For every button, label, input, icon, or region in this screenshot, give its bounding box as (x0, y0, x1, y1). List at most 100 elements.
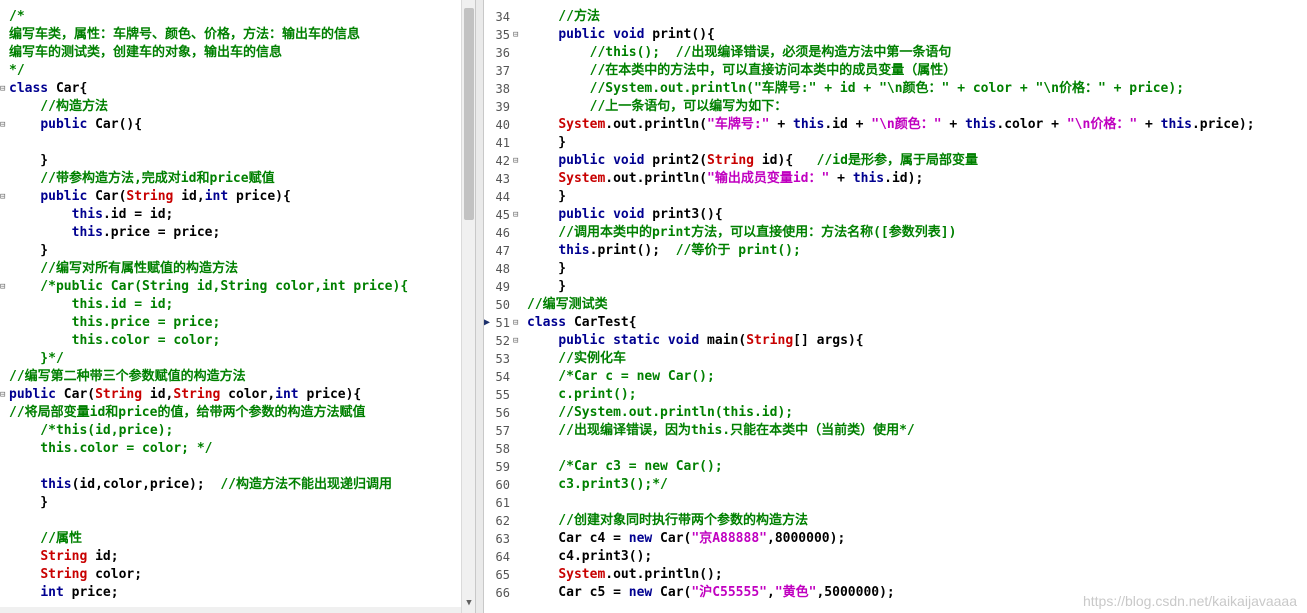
code-line[interactable] (0, 512, 475, 530)
line-number: 36 (495, 46, 510, 60)
fold-toggle-icon[interactable]: ⊟ (513, 206, 518, 224)
code-line[interactable]: this.id = id; (0, 296, 475, 314)
code-line[interactable]: /*this(id,price); (0, 422, 475, 440)
code-text: this.price = price; (71, 225, 221, 240)
code-line[interactable]: 56 //System.out.println(this.id); (484, 404, 1307, 422)
code-line[interactable]: 编写车类，属性：车牌号、颜色、价格，方法：输出车的信息 (0, 26, 475, 44)
code-line[interactable]: this.color = color; (0, 332, 475, 350)
code-line[interactable]: 63 Car c4 = new Car("京A88888",8000000); (484, 530, 1307, 548)
code-line[interactable]: } (0, 494, 475, 512)
code-line[interactable] (0, 458, 475, 476)
code-line[interactable]: this.price = price; (0, 224, 475, 242)
code-line[interactable]: 42 ⊟ public void print2(String id){ //id是… (484, 152, 1307, 170)
code-line[interactable]: //构造方法 (0, 98, 475, 116)
code-text: System.out.println("输出成员变量id：" + this.id… (558, 171, 924, 186)
code-line[interactable]: //带参构造方法,完成对id和price赋值 (0, 170, 475, 188)
code-line[interactable]: 62 //创建对象同时执行带两个参数的构造方法 (484, 512, 1307, 530)
code-line[interactable]: } (0, 242, 475, 260)
code-line[interactable]: 51 ⊟ ▶ class CarTest{ (484, 314, 1307, 332)
line-number: 40 (495, 118, 510, 132)
fold-toggle-icon[interactable]: ⊟ (0, 278, 5, 296)
left-vertical-scrollbar[interactable]: ▼ (461, 0, 476, 613)
code-line[interactable]: 编写车的测试类，创建车的对象，输出车的信息 (0, 44, 475, 62)
code-text: 编写车的测试类，创建车的对象，输出车的信息 (9, 45, 283, 60)
code-line[interactable]: 65 System.out.println(); (484, 566, 1307, 584)
fold-toggle-icon[interactable]: ⊟ (513, 152, 518, 170)
code-line[interactable]: this.color = color; */ (0, 440, 475, 458)
code-line[interactable]: /* (0, 8, 475, 26)
fold-toggle-icon[interactable]: ⊟ (513, 314, 518, 332)
code-line[interactable]: 36 //this(); //出现编译错误，必须是构造方法中第一条语句 (484, 44, 1307, 62)
fold-toggle-icon[interactable]: ⊟ (0, 386, 5, 404)
code-line[interactable]: 45 ⊟ public void print3(){ (484, 206, 1307, 224)
fold-toggle-icon[interactable]: ⊟ (0, 116, 5, 134)
fold-toggle-icon[interactable]: ⊟ (513, 332, 518, 350)
code-line[interactable]: String id; (0, 548, 475, 566)
code-line[interactable]: 60 c3.print3();*/ (484, 476, 1307, 494)
code-line[interactable]: this(id,color,price); //构造方法不能出现递归调用 (0, 476, 475, 494)
left-horizontal-scrollbar[interactable] (0, 607, 461, 613)
code-text: this.price = price; (9, 315, 221, 330)
code-text: /*public Car(String id,String color,int … (9, 279, 409, 294)
code-line[interactable]: //属性 (0, 530, 475, 548)
code-line[interactable]: //编写第二种带三个参数赋值的构造方法 (0, 368, 475, 386)
code-line[interactable]: 43 System.out.println("输出成员变量id：" + this… (484, 170, 1307, 188)
code-line[interactable]: 39 //上一条语句，可以编写为如下： (484, 98, 1307, 116)
code-line[interactable]: //将局部变量id和price的值，给带两个参数的构造方法赋值 (0, 404, 475, 422)
left-scroll-thumb[interactable] (464, 8, 474, 220)
code-text: c3.print3();*/ (527, 477, 668, 492)
code-line[interactable]: 54 /*Car c = new Car(); (484, 368, 1307, 386)
code-line[interactable]: this.id = id; (0, 206, 475, 224)
code-line[interactable]: //编写对所有属性赋值的构造方法 (0, 260, 475, 278)
line-number: 57 (495, 424, 510, 438)
line-number: 50 (495, 298, 510, 312)
code-line[interactable]: 58 (484, 440, 1307, 458)
code-line[interactable]: } (0, 152, 475, 170)
code-line[interactable]: 35 ⊟ public void print(){ (484, 26, 1307, 44)
code-line[interactable]: 48 } (484, 260, 1307, 278)
code-line[interactable]: 41 } (484, 134, 1307, 152)
code-line[interactable]: 38 //System.out.println("车牌号:" + id + "\… (484, 80, 1307, 98)
code-line[interactable]: 50 //编写测试类 (484, 296, 1307, 314)
code-line[interactable]: String color; (0, 566, 475, 584)
code-line[interactable]: */ (0, 62, 475, 80)
code-line[interactable]: this.price = price; (0, 314, 475, 332)
code-line[interactable]: 46 //调用本类中的print方法，可以直接使用：方法名称([参数列表]) (484, 224, 1307, 242)
code-line[interactable]: 53 //实例化车 (484, 350, 1307, 368)
left-editor-pane[interactable]: /* 编写车类，属性：车牌号、颜色、价格，方法：输出车的信息 编写车的测试类，创建车… (0, 0, 475, 613)
code-line[interactable]: ⊟ /*public Car(String id,String color,in… (0, 278, 475, 296)
code-line[interactable]: 52 ⊟ public static void main(String[] arg… (484, 332, 1307, 350)
code-text: } (9, 495, 49, 510)
code-line[interactable]: 40 System.out.println("车牌号:" + this.id +… (484, 116, 1307, 134)
code-line[interactable]: 44 } (484, 188, 1307, 206)
code-line[interactable]: 64 c4.print3(); (484, 548, 1307, 566)
code-text: //方法 (527, 9, 600, 24)
code-line[interactable]: 34 //方法 (484, 8, 1307, 26)
code-line[interactable]: 47 this.print(); //等价于 print(); (484, 242, 1307, 260)
left-code-area[interactable]: /* 编写车类，属性：车牌号、颜色、价格，方法：输出车的信息 编写车的测试类，创建车… (0, 8, 475, 602)
code-line[interactable]: 57 //出现编译错误，因为this.只能在本类中（当前类）使用*/ (484, 422, 1307, 440)
code-line[interactable]: 37 //在本类中的方法中，可以直接访问本类中的成员变量（属性） (484, 62, 1307, 80)
line-number: 66 (495, 586, 510, 600)
fold-toggle-icon[interactable]: ⊟ (513, 26, 518, 44)
code-line[interactable]: ⊟ public Car(String id,int price){ (0, 188, 475, 206)
code-line[interactable]: ⊟ public Car(String id,String color,int p… (0, 386, 475, 404)
fold-toggle-icon[interactable]: ⊟ (0, 80, 5, 98)
code-line[interactable]: ⊟ class Car{ (0, 80, 475, 98)
scroll-down-arrow-icon[interactable]: ▼ (462, 597, 476, 609)
code-text: c.print(); (527, 387, 637, 402)
right-code-area[interactable]: 34 //方法 35 ⊟ public void print(){36 //this… (484, 8, 1307, 602)
code-text: /*this(id,price); (9, 423, 174, 438)
fold-toggle-icon[interactable]: ⊟ (0, 188, 5, 206)
split-view-divider[interactable] (475, 0, 484, 613)
code-line[interactable]: 49 } (484, 278, 1307, 296)
right-editor-pane[interactable]: 34 //方法 35 ⊟ public void print(){36 //this… (484, 0, 1307, 613)
code-line[interactable]: 59 /*Car c3 = new Car(); (484, 458, 1307, 476)
code-line[interactable]: int price; (0, 584, 475, 602)
code-line[interactable]: 61 (484, 494, 1307, 512)
code-line[interactable]: }*/ (0, 350, 475, 368)
line-number: 56 (495, 406, 510, 420)
code-line[interactable]: ⊟ public Car(){ (0, 116, 475, 134)
code-line[interactable]: 55 c.print(); (484, 386, 1307, 404)
code-line[interactable] (0, 134, 475, 152)
